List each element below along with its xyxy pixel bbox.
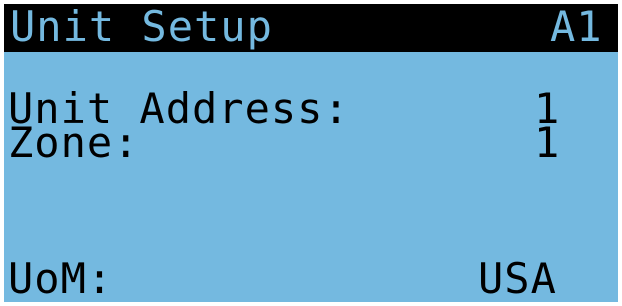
screen-id: A1 <box>550 4 603 51</box>
uom-label: UoM: <box>8 254 114 302</box>
zone-label: Zone: <box>8 118 140 167</box>
uom-value[interactable]: USA <box>478 258 557 300</box>
zone-value[interactable]: 1 <box>534 122 560 164</box>
title-bar: Unit Setup A1 <box>4 4 618 52</box>
screen-title: Unit Setup <box>10 4 273 51</box>
lcd-display: Unit Setup A1 Unit Address: 1 Zone: 1 Uo… <box>4 4 618 302</box>
